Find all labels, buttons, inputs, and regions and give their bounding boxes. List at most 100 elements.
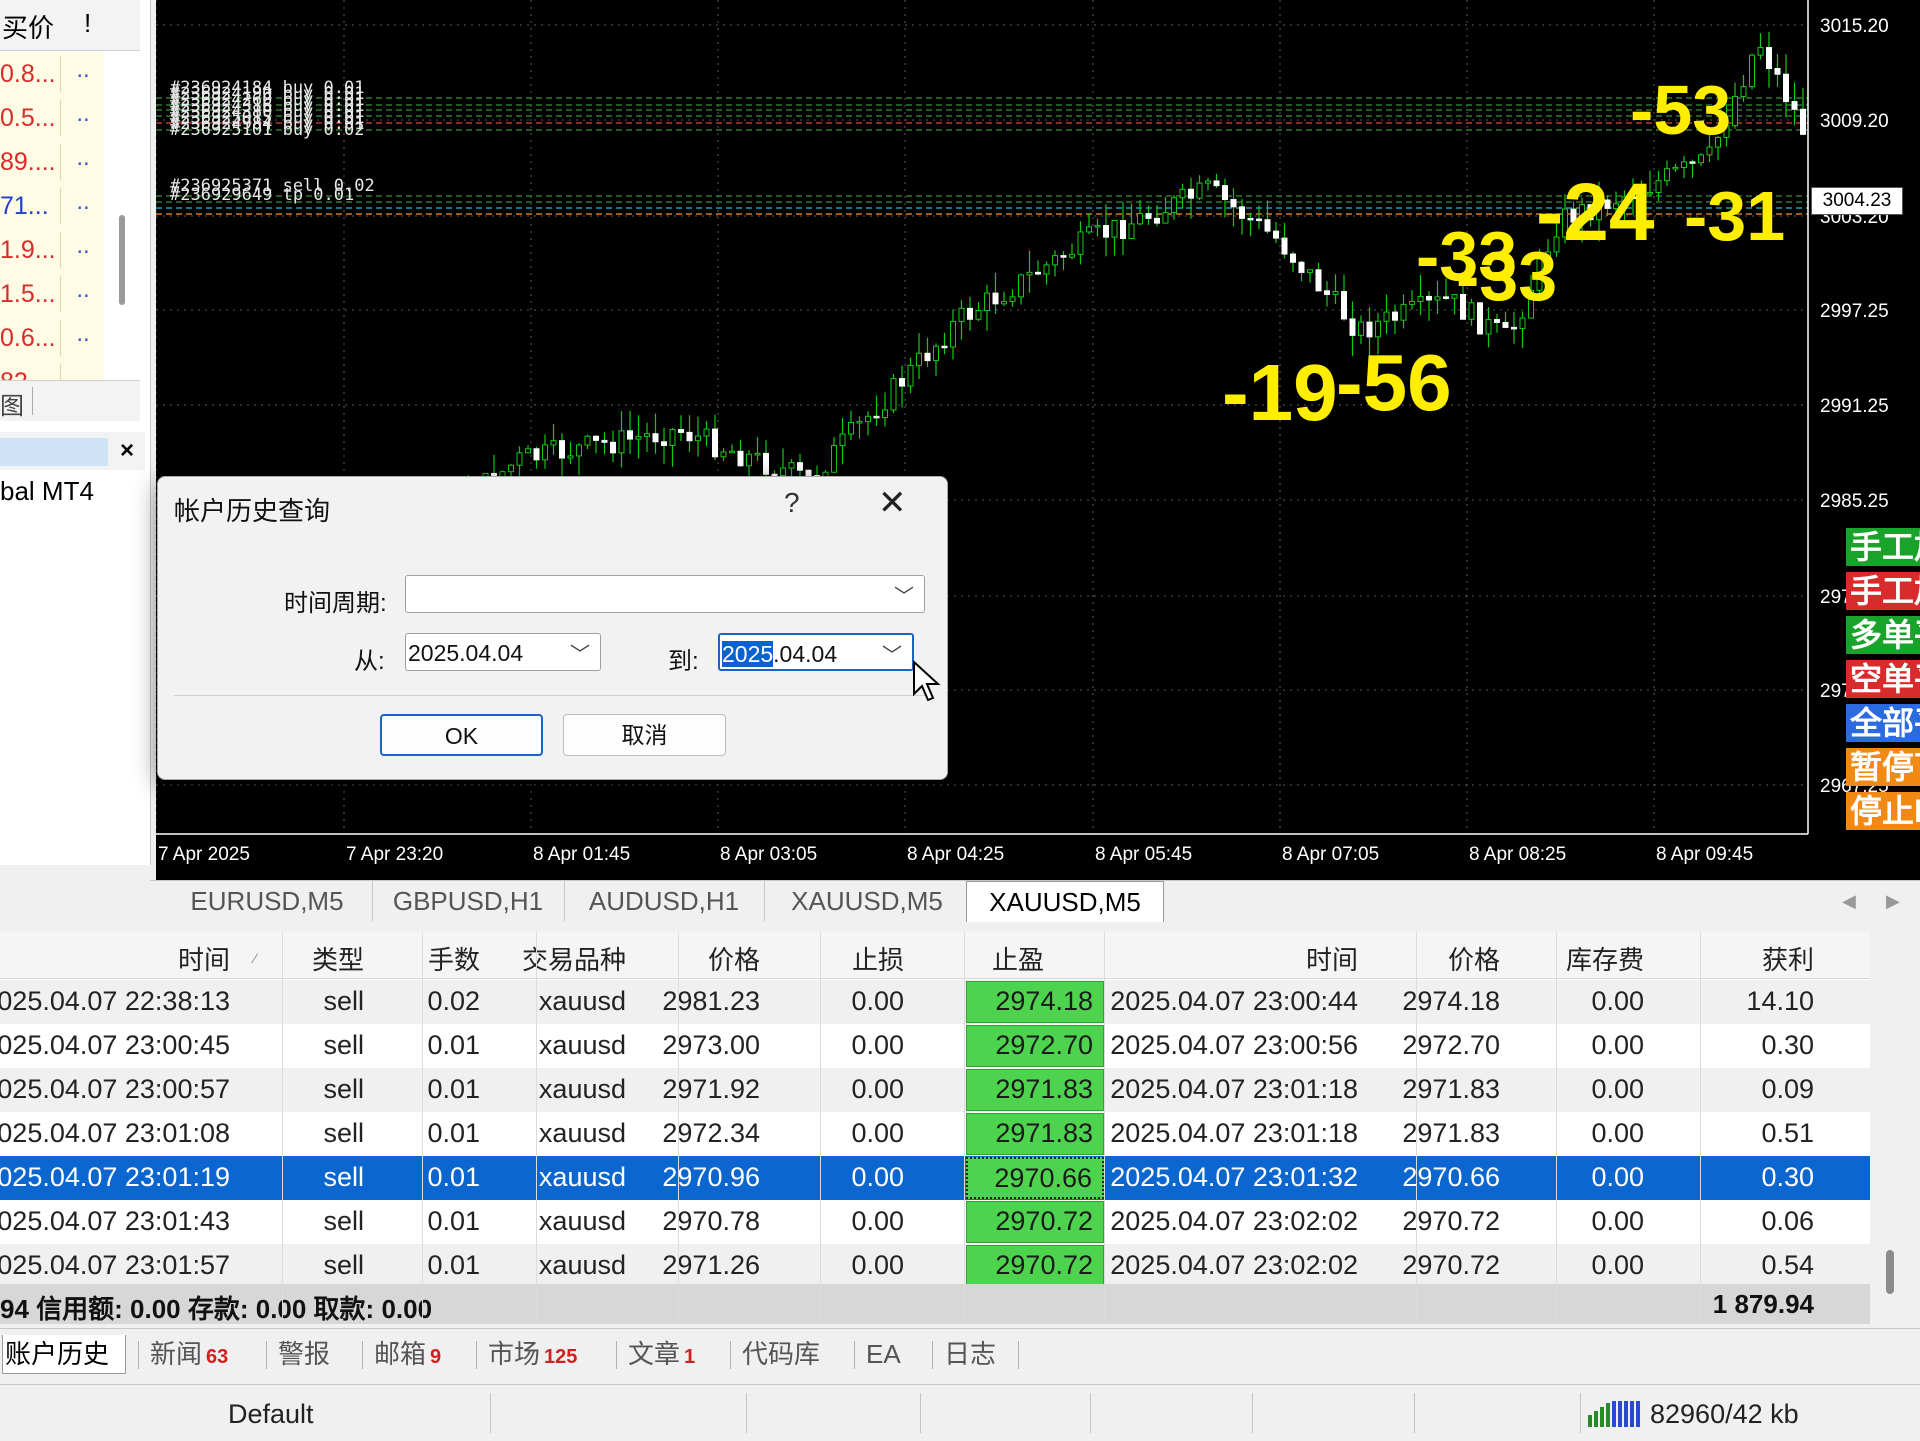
- table-row[interactable]: 2025.04.07 23:01:57 sell 0.01 xauusd 2971.26…: [0, 1244, 1870, 1288]
- column-header-open-time[interactable]: 时间: [178, 940, 230, 977]
- terminal-tab-1[interactable]: 新闻 63: [150, 1335, 228, 1373]
- table-row[interactable]: 2025.04.07 23:00:57 sell 0.01 xauusd 2971.92…: [0, 1068, 1870, 1112]
- column-divider: [1104, 932, 1105, 1322]
- time-axis-label: 8 Apr 09:45: [1656, 844, 1753, 865]
- terminal-tab-3[interactable]: 邮箱 9: [374, 1335, 441, 1373]
- table-row[interactable]: 2025.04.07 23:01:19 sell 0.01 xauusd 2970.96…: [0, 1156, 1870, 1200]
- tab-label: 文章: [628, 1339, 681, 1369]
- terminal-tab-8[interactable]: 日志: [944, 1335, 996, 1373]
- market-watch-row[interactable]: 1.5.....: [0, 272, 104, 317]
- profit-label: -53: [1630, 71, 1731, 149]
- chart-tab-xauusd-m5[interactable]: XAUUSD,M5: [764, 881, 971, 921]
- period-select[interactable]: ﹀: [405, 575, 925, 613]
- market-watch-row[interactable]: 71.....: [0, 184, 104, 229]
- terminal-tab-0[interactable]: 账户历史: [2, 1335, 127, 1374]
- from-date-picker[interactable]: 2025.04.04 ﹀: [405, 633, 601, 671]
- market-watch-row[interactable]: 0.6.....: [0, 316, 104, 361]
- candle-body: [1043, 264, 1050, 275]
- candle-body: [1409, 301, 1415, 305]
- price-axis-label: 3015.20: [1820, 16, 1889, 37]
- column-divider: [422, 932, 423, 1322]
- profile-name[interactable]: Default: [228, 1399, 314, 1430]
- table-scrollbar[interactable]: [1886, 1250, 1894, 1294]
- table-row[interactable]: 2025.04.07 23:01:08 sell 0.01 xauusd 2972.34…: [0, 1112, 1870, 1156]
- cancel-button[interactable]: 取消: [563, 714, 726, 756]
- terminal-tab-6[interactable]: 代码库: [742, 1335, 820, 1373]
- column-divider: [1556, 932, 1557, 1322]
- tab-label: 账户历史: [5, 1339, 110, 1369]
- terminal-tab-5[interactable]: 文章 1: [628, 1335, 695, 1373]
- ea-button-1[interactable]: 手工加空: [1846, 572, 1920, 610]
- column-header-swap[interactable]: 库存费: [1566, 940, 1644, 977]
- table-row[interactable]: 2025.04.07 23:00:45 sell 0.01 xauusd 2973.00…: [0, 1024, 1870, 1068]
- dialog-divider: [174, 695, 930, 696]
- cell-stop-loss: 0.00: [851, 1074, 904, 1104]
- column-header-type[interactable]: 类型: [312, 940, 364, 977]
- candle-body: [635, 435, 642, 440]
- ok-button[interactable]: OK: [380, 714, 543, 756]
- terminal-tab-2[interactable]: 警报: [278, 1335, 330, 1373]
- chart-tab-eurusd-m5[interactable]: EURUSD,M5: [162, 881, 373, 921]
- navigator-account-item[interactable]: bal MT4: [0, 476, 94, 507]
- row-flag: ..: [60, 232, 105, 268]
- mouse-cursor-icon: [913, 660, 941, 702]
- candle-body: [1783, 73, 1789, 103]
- price-axis-label: 3009.20: [1820, 111, 1889, 132]
- chart-tab-xauusd-m5-active[interactable]: XAUUSD,M5: [966, 881, 1164, 922]
- candle-body: [831, 445, 837, 473]
- help-icon[interactable]: ?: [784, 487, 800, 519]
- column-header-close-time[interactable]: 时间: [1306, 940, 1358, 977]
- close-icon[interactable]: ✕: [878, 483, 907, 523]
- market-watch-row[interactable]: 0.8.....: [0, 52, 104, 97]
- chart-tab-gbpusd-h1[interactable]: GBPUSD,H1: [372, 881, 565, 921]
- navigator-close-icon[interactable]: ×: [112, 436, 142, 466]
- column-header-symbol[interactable]: 交易品种: [522, 940, 626, 977]
- column-header-sl[interactable]: 止损: [852, 940, 904, 977]
- ea-button-3[interactable]: 空单平仓: [1846, 660, 1920, 698]
- status-divider: [746, 1393, 747, 1433]
- cell-close-time: 2025.04.07 23:01:18: [1110, 1118, 1358, 1148]
- tab-divider: [1018, 1341, 1019, 1369]
- table-row[interactable]: 2025.04.07 22:38:13 sell 0.02 xauusd 2981.23…: [0, 980, 1870, 1024]
- ea-button-5[interactable]: 暂停下单: [1846, 748, 1920, 786]
- candle-body: [669, 429, 676, 446]
- market-watch-scrollbar[interactable]: [119, 215, 125, 305]
- candle-body: [703, 428, 710, 437]
- column-header-open-price[interactable]: 价格: [708, 940, 760, 977]
- candle-body: [1162, 212, 1169, 224]
- terminal-tab-7[interactable]: EA: [866, 1335, 901, 1373]
- market-watch-row[interactable]: 1.9.....: [0, 228, 104, 273]
- ea-button-2[interactable]: 多单平仓: [1846, 616, 1920, 654]
- take-profit-value: 2971.83: [995, 1074, 1093, 1104]
- tab-divider: [362, 1341, 363, 1369]
- flag-column-header[interactable]: !: [84, 8, 91, 39]
- ea-button-4[interactable]: 全部平仓: [1846, 704, 1920, 742]
- candle-body: [1315, 269, 1322, 292]
- candle-body: [1205, 180, 1211, 184]
- market-watch-tab[interactable]: 图: [0, 386, 24, 421]
- chart-tab-audusd-h1[interactable]: AUDUSD,H1: [564, 881, 765, 921]
- terminal-tab-4[interactable]: 市场 125: [488, 1335, 577, 1373]
- tab-scroll-right-icon[interactable]: ▶: [1886, 891, 1900, 912]
- tab-scroll-left-icon[interactable]: ◀: [1842, 891, 1856, 912]
- candle-body: [1434, 296, 1441, 301]
- ea-button-0[interactable]: 手工加多: [1846, 528, 1920, 566]
- cell-type: sell: [323, 1074, 364, 1104]
- navigator-selected-item[interactable]: [0, 438, 108, 466]
- bid-column-header[interactable]: 买价: [2, 8, 54, 45]
- cell-open-time: 2025.04.07 23:01:08: [0, 1118, 230, 1148]
- tab-label: 日志: [944, 1339, 997, 1369]
- ea-button-6[interactable]: 停止EA: [1846, 792, 1920, 830]
- column-header-lots[interactable]: 手数: [428, 940, 480, 977]
- column-header-tp[interactable]: 止盈: [992, 940, 1044, 977]
- column-header-close-price[interactable]: 价格: [1448, 940, 1500, 977]
- to-date-picker[interactable]: 2025.04.04 ﹀: [718, 633, 914, 671]
- column-header-profit[interactable]: 获利: [1762, 940, 1814, 977]
- cell-close-price: 2971.83: [1402, 1118, 1500, 1148]
- status-divider: [920, 1393, 921, 1433]
- market-watch-row[interactable]: 0.5.....: [0, 96, 104, 141]
- table-row[interactable]: 2025.04.07 23:01:43 sell 0.01 xauusd 2970.78…: [0, 1200, 1870, 1244]
- bid-price: 1.5...: [0, 280, 56, 308]
- market-watch-row[interactable]: 89......: [0, 140, 104, 185]
- candle-body: [1018, 274, 1024, 298]
